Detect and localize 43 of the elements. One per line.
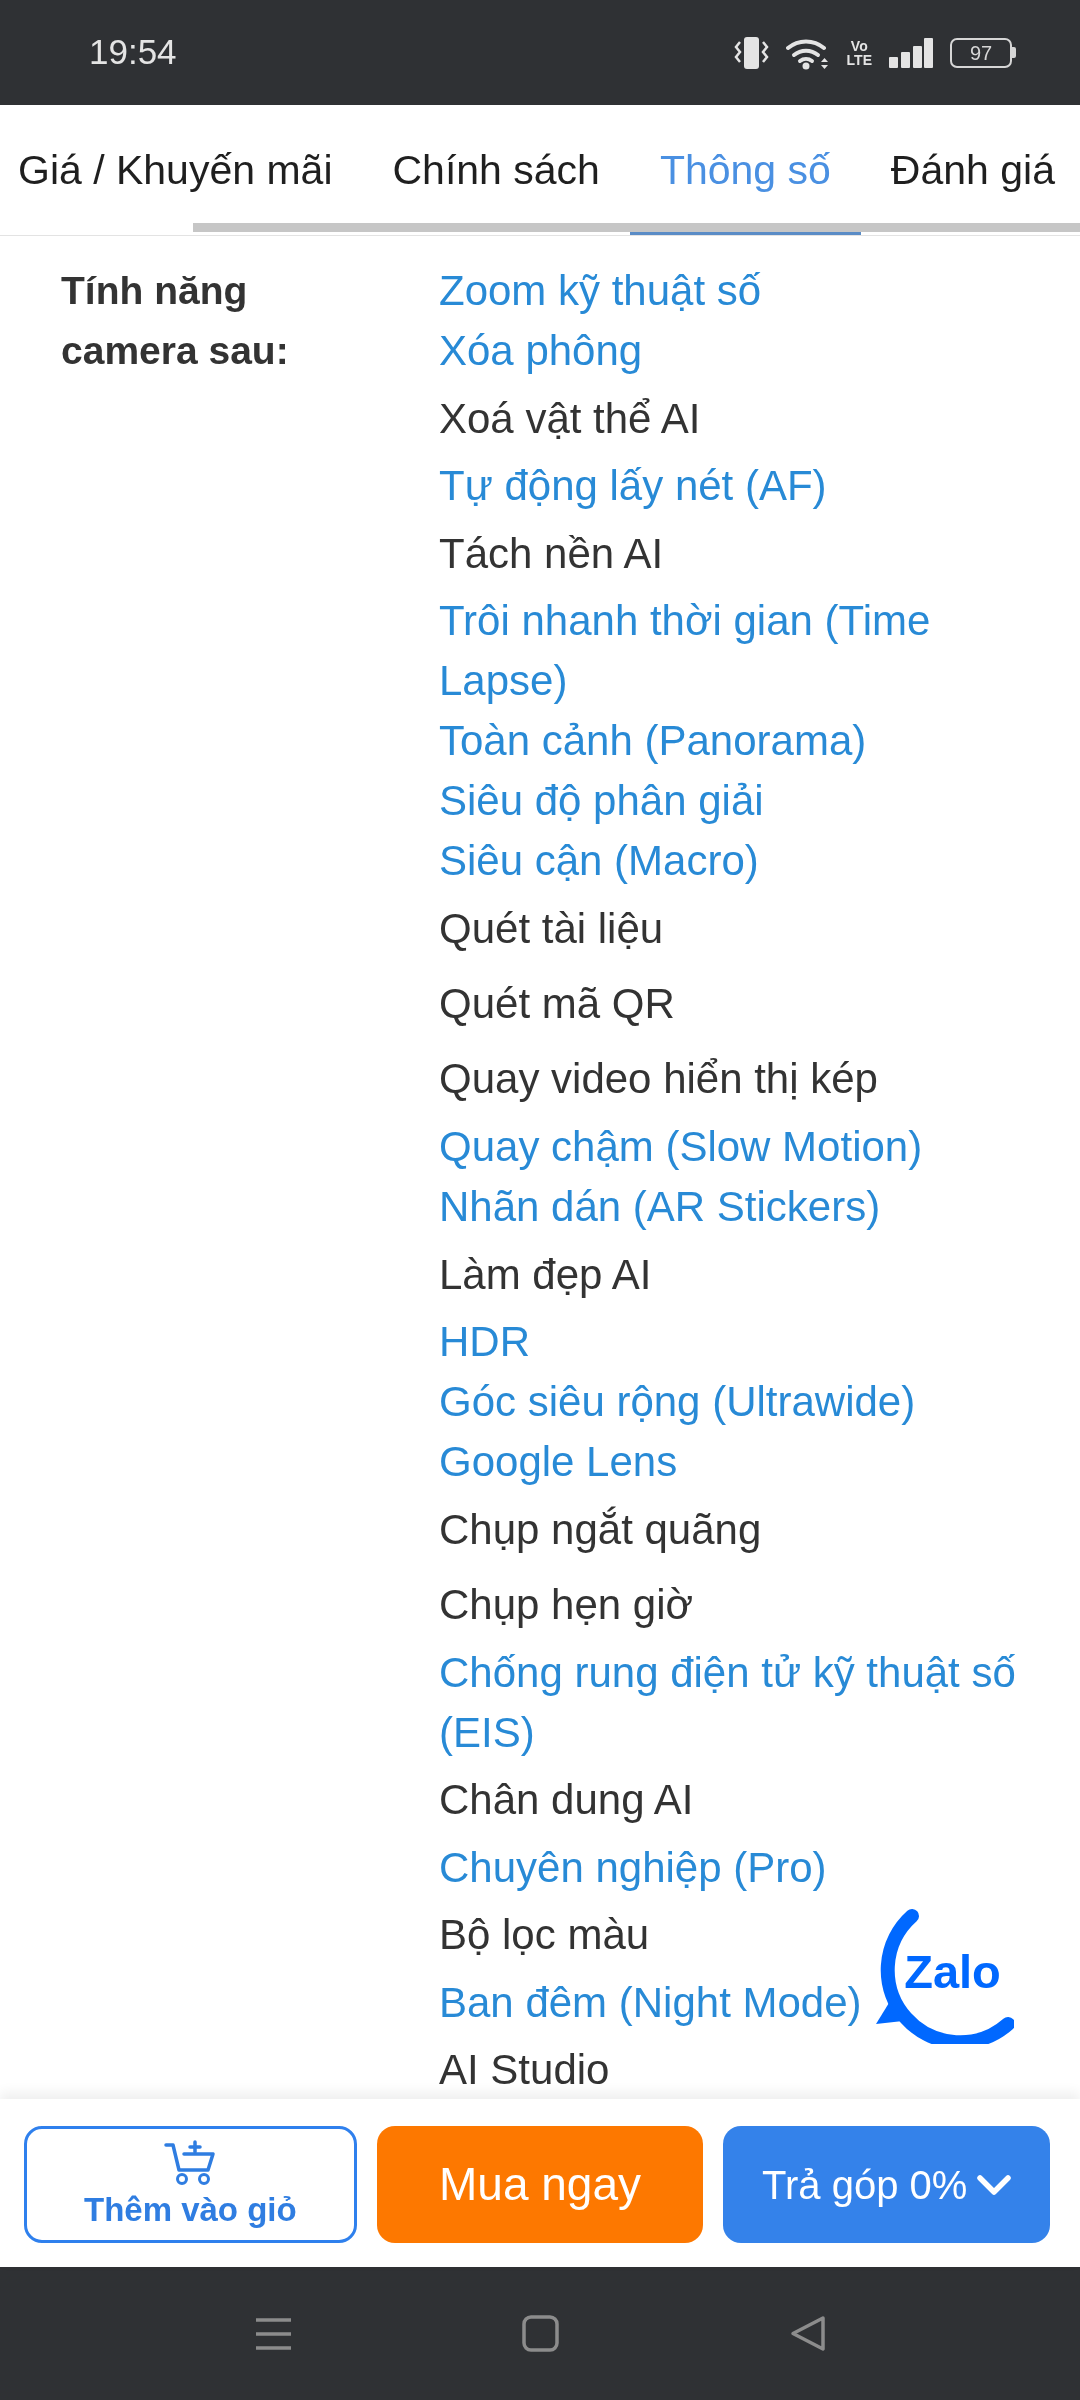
feature-text: Chụp ngắt quãng	[439, 1504, 762, 1555]
spec-label: Tính năng camera sau:	[61, 268, 290, 374]
tab[interactable]: Đánh giá	[860, 105, 1080, 235]
feature-text: Tách nền AI	[439, 528, 664, 579]
volte-indicator: Vo LTE	[846, 38, 872, 67]
menu-icon[interactable]	[254, 2316, 292, 2351]
tab[interactable]: Chính sách	[362, 105, 630, 235]
feature-text: Quay video hiển thị kép	[439, 1054, 878, 1105]
signal-icon	[889, 37, 933, 68]
home-icon[interactable]	[521, 2315, 559, 2352]
feature-text: Quét mã QR	[439, 979, 675, 1030]
feature-link[interactable]: Tự động lấy nét (AF)	[439, 456, 827, 517]
feature-link[interactable]: Trôi nhanh thời gian (Time Lapse)	[439, 591, 1039, 712]
add-to-cart-button[interactable]: Thêm vào giỏ	[24, 2126, 357, 2243]
installment-button[interactable]: Trả góp 0%	[723, 2126, 1050, 2243]
feature-text: Chân dung AI	[439, 1775, 694, 1826]
feature-link[interactable]: Zoom kỹ thuật số	[439, 261, 762, 321]
chevron-down-icon	[977, 2173, 1012, 2196]
feature-text: Quét tài liệu	[439, 903, 664, 954]
feature-link[interactable]: Quay chậm (Slow Motion)	[439, 1116, 923, 1177]
feature-link[interactable]: Toàn cảnh (Panorama)	[439, 711, 867, 772]
feature-text: Chụp hẹn giờ	[439, 1579, 694, 1630]
feature-link[interactable]: Siêu cận (Macro)	[439, 831, 759, 892]
buy-now-button[interactable]: Mua ngay	[376, 2126, 704, 2243]
tab[interactable]: Giá / Khuyến mãi	[0, 105, 363, 235]
feature-text: AI Studio	[439, 2045, 610, 2096]
feature-link[interactable]: Chống rung điện tử kỹ thuật số (EIS)	[439, 1642, 1039, 1763]
feature-text: Xoá vật thể AI	[439, 393, 701, 444]
feature-text: Làm đẹp AI	[439, 1249, 652, 1300]
battery-indicator: 97	[950, 37, 1016, 68]
feature-text: Bộ lọc màu	[439, 1910, 650, 1961]
feature-link[interactable]: HDR	[439, 1312, 530, 1373]
vibrate-icon	[733, 35, 769, 70]
cart-add-icon	[164, 2139, 217, 2186]
status-time: 19:54	[89, 31, 177, 74]
feature-link[interactable]: Google Lens	[439, 1432, 678, 1493]
feature-link[interactable]: Nhãn dán (AR Stickers)	[439, 1176, 881, 1237]
feature-link[interactable]: Góc siêu rộng (Ultrawide)	[439, 1372, 916, 1433]
feature-link[interactable]: Ban đêm (Night Mode)	[439, 1972, 862, 2033]
feature-link[interactable]: Chuyên nghiệp (Pro)	[439, 1837, 827, 1898]
back-icon[interactable]	[788, 2315, 826, 2352]
feature-link[interactable]: Xóa phông	[439, 321, 643, 381]
feature-link[interactable]: Siêu độ phân giải	[439, 771, 764, 832]
